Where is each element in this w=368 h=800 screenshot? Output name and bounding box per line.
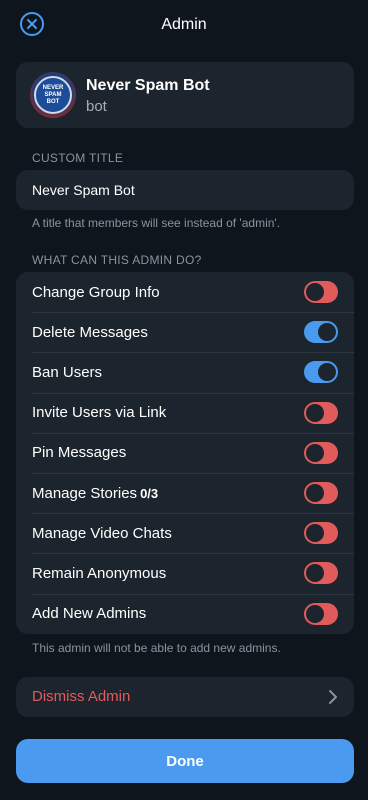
- permission-toggle[interactable]: [304, 562, 338, 585]
- permission-row[interactable]: Ban Users: [16, 352, 354, 392]
- permission-row[interactable]: Delete Messages: [16, 312, 354, 352]
- permission-toggle[interactable]: [304, 602, 338, 625]
- permission-label: Delete Messages: [32, 324, 148, 341]
- permission-row[interactable]: Remain Anonymous: [16, 553, 354, 593]
- permission-toggle[interactable]: [304, 321, 338, 344]
- permissions-section-label: WHAT CAN THIS ADMIN DO?: [32, 253, 202, 267]
- permission-label-text: Ban Users: [32, 363, 103, 381]
- chevron-right-icon: [329, 690, 337, 704]
- done-button[interactable]: Done: [16, 739, 354, 783]
- permission-row[interactable]: Pin Messages: [16, 432, 354, 473]
- permission-label-text: Add New Admins: [32, 605, 147, 623]
- permission-label: Invite Users via Link: [32, 404, 166, 421]
- permission-label: Remain Anonymous: [32, 565, 166, 582]
- toggle-knob: [306, 604, 324, 623]
- permission-label: Pin Messages: [32, 444, 126, 461]
- dismiss-admin-button[interactable]: Dismiss Admin: [16, 677, 354, 717]
- custom-title-hint: A title that members will see instead of…: [32, 216, 281, 230]
- permission-label: Manage Stories 0/3: [32, 485, 158, 502]
- permission-label-text: Manage Video Chats: [32, 524, 172, 542]
- permissions-footer-hint: This admin will not be able to add new a…: [32, 641, 281, 655]
- toggle-knob: [306, 524, 324, 543]
- toggle-knob: [318, 323, 336, 342]
- page-title: Admin: [161, 16, 207, 33]
- permission-row[interactable]: Manage Video Chats: [16, 513, 354, 553]
- permission-label-text: Pin Messages: [32, 444, 127, 462]
- permission-toggle[interactable]: [304, 522, 338, 545]
- permission-label-text: Change Group Info: [32, 283, 160, 301]
- permissions-list: Change Group Info Delete Messages Ban User…: [16, 272, 354, 634]
- permission-row[interactable]: Change Group Info: [16, 272, 354, 312]
- toggle-knob: [306, 564, 324, 583]
- custom-title-field[interactable]: Never Spam Bot: [16, 170, 354, 210]
- permission-label-text: Remain Anonymous: [32, 564, 167, 582]
- toggle-knob: [306, 283, 324, 302]
- permission-label: Ban Users: [32, 364, 102, 381]
- avatar-logo: NEVER SPAM BOT: [34, 76, 72, 114]
- permission-row[interactable]: Manage Stories 0/3: [16, 472, 354, 513]
- permission-label: Add New Admins: [32, 605, 146, 622]
- permission-toggle[interactable]: [304, 281, 338, 304]
- toggle-knob: [306, 403, 324, 422]
- permission-row[interactable]: Add New Admins: [16, 593, 354, 634]
- permission-label-text: Invite Users via Link: [32, 404, 167, 422]
- permission-row[interactable]: Invite Users via Link: [16, 392, 354, 433]
- profile-card: NEVER SPAM BOT Never Spam Bot bot: [16, 62, 354, 128]
- avatar-line: NEVER: [42, 84, 64, 91]
- dismiss-admin-label: Dismiss Admin: [32, 688, 131, 705]
- permission-label-text: Manage Stories: [32, 484, 138, 502]
- permission-toggle[interactable]: [304, 482, 338, 505]
- avatar: NEVER SPAM BOT: [30, 72, 76, 118]
- custom-title-section-label: CUSTOM TITLE: [32, 151, 124, 165]
- permission-toggle[interactable]: [304, 361, 338, 384]
- avatar-line: BOT: [46, 98, 60, 105]
- profile-subtitle: bot: [86, 98, 107, 115]
- profile-name: Never Spam Bot: [86, 77, 210, 94]
- permission-count: 0/3: [140, 485, 159, 501]
- permission-toggle[interactable]: [304, 441, 338, 464]
- header: Admin: [0, 0, 368, 50]
- permission-label-text: Delete Messages: [32, 323, 148, 341]
- toggle-knob: [306, 443, 324, 462]
- permission-label: Manage Video Chats: [32, 525, 172, 542]
- custom-title-value: Never Spam Bot: [32, 182, 135, 198]
- permission-label: Change Group Info: [32, 284, 160, 301]
- avatar-line: SPAM: [44, 91, 62, 98]
- permission-toggle[interactable]: [304, 401, 338, 424]
- toggle-knob: [318, 363, 336, 382]
- toggle-knob: [306, 484, 324, 503]
